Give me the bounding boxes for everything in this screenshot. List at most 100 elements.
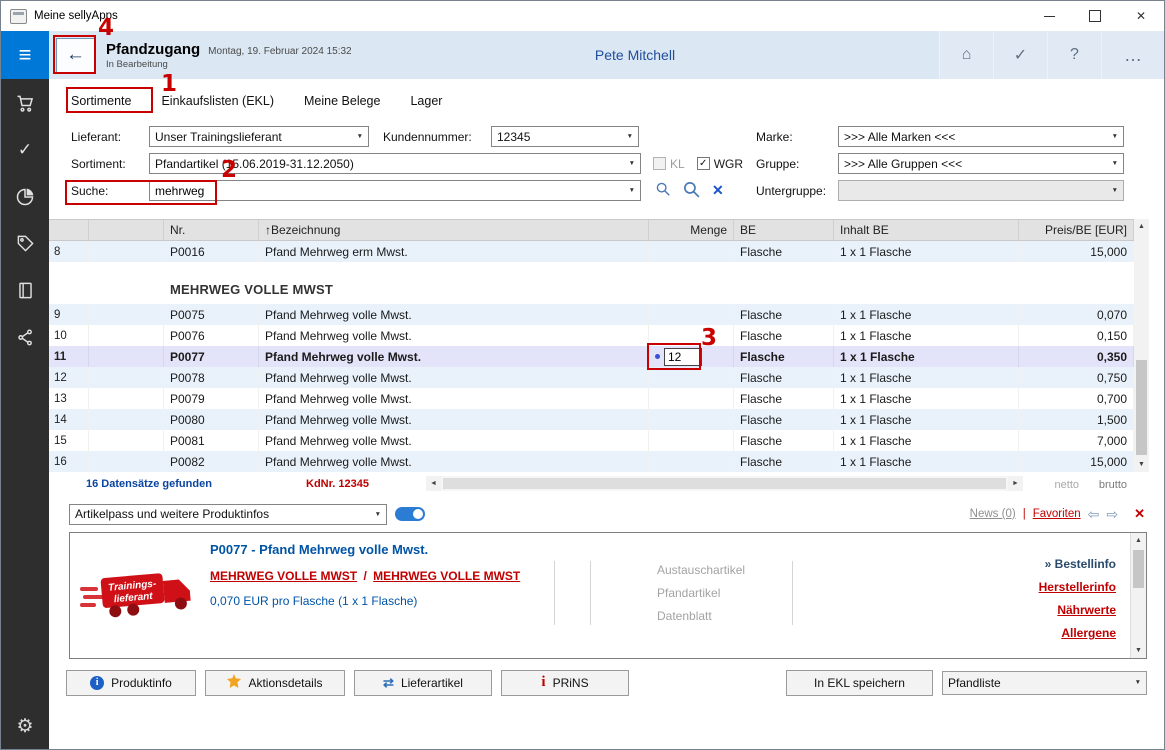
- detail-vertical-scrollbar[interactable]: ▲ ▼: [1130, 533, 1146, 658]
- link-separator: |: [1023, 508, 1026, 520]
- pfandartikel-link[interactable]: Pfandartikel: [657, 582, 745, 605]
- book-icon[interactable]: [1, 267, 49, 314]
- pfandliste-select[interactable]: Pfandliste ▼: [942, 671, 1147, 695]
- scroll-down-icon[interactable]: ▼: [1134, 457, 1149, 472]
- brutto-label[interactable]: brutto: [1099, 479, 1127, 491]
- vertical-scrollbar-thumb[interactable]: [1136, 360, 1147, 455]
- settings-gear-icon[interactable]: ⚙: [1, 703, 49, 749]
- close-button[interactable]: ✕: [1118, 1, 1164, 31]
- cart-icon[interactable]: [1, 79, 49, 126]
- menge-cell[interactable]: [649, 451, 734, 472]
- help-icon[interactable]: ?: [1047, 31, 1101, 79]
- info-panel-toggle[interactable]: [395, 507, 425, 521]
- col-bezeichnung[interactable]: ↑Bezeichnung: [259, 220, 649, 240]
- menge-cell[interactable]: [649, 409, 734, 430]
- minimize-button[interactable]: [1026, 1, 1072, 31]
- search-combo[interactable]: ▼: [149, 180, 641, 201]
- cell-bezeichnung: Pfand Mehrweg volle Mwst.: [259, 451, 649, 472]
- nav-left-icon[interactable]: ⇦: [1088, 506, 1100, 523]
- more-options-icon[interactable]: …: [1101, 31, 1164, 79]
- netto-label[interactable]: netto: [1055, 479, 1079, 491]
- menge-cell[interactable]: [649, 430, 734, 451]
- horizontal-scrollbar-thumb[interactable]: [443, 478, 1006, 489]
- marke-label: Marke:: [756, 130, 838, 144]
- favoriten-link[interactable]: Favoriten: [1033, 508, 1081, 520]
- austauschartikel-link[interactable]: Austauschartikel: [657, 559, 745, 582]
- table-row[interactable]: 10P0076Pfand Mehrweg volle Mwst.Flasche1…: [49, 325, 1134, 346]
- marke-select[interactable]: >>> Alle Marken <<< ▼: [838, 126, 1124, 147]
- col-be[interactable]: BE: [734, 220, 834, 240]
- close-info-panel-icon[interactable]: ✕: [1134, 506, 1145, 522]
- menge-cell[interactable]: [649, 304, 734, 325]
- detail-scrollbar-thumb[interactable]: [1133, 550, 1144, 588]
- tab-einkaufslisten[interactable]: Einkaufslisten (EKL): [161, 94, 274, 117]
- table-row[interactable]: 8P0016Pfand Mehrweg erm Mwst.Flasche1 x …: [49, 241, 1134, 262]
- menge-cell[interactable]: [649, 346, 734, 367]
- prins-button[interactable]: i PRiNS: [501, 670, 629, 696]
- tab-sortimente[interactable]: Sortimente: [71, 94, 131, 117]
- datenblatt-link[interactable]: Datenblatt: [657, 605, 745, 628]
- clear-search-icon[interactable]: ✕: [712, 182, 724, 199]
- menge-cell[interactable]: [649, 367, 734, 388]
- scroll-up-icon[interactable]: ▲: [1134, 219, 1149, 234]
- sortiment-select[interactable]: Pfandartikel (15.06.2019-31.12.2050) ▼: [149, 153, 641, 174]
- table-vertical-scrollbar[interactable]: ▲ ▼: [1134, 219, 1149, 472]
- naehrwerte-link[interactable]: Nährwerte: [1039, 599, 1116, 622]
- scroll-down-icon[interactable]: ▼: [1131, 643, 1146, 658]
- hamburger-menu-button[interactable]: ≡: [1, 31, 49, 79]
- wgr-checkbox[interactable]: ✓: [697, 157, 710, 170]
- bestellinfo-link[interactable]: » Bestellinfo: [1039, 553, 1116, 576]
- in-ekl-speichern-button[interactable]: In EKL speichern: [786, 670, 933, 696]
- table-row[interactable]: 14P0080Pfand Mehrweg volle Mwst.Flasche1…: [49, 409, 1134, 430]
- search-extended-icon[interactable]: [682, 180, 701, 202]
- search-icon[interactable]: [655, 181, 671, 200]
- tag-icon[interactable]: [1, 220, 49, 267]
- pie-chart-icon[interactable]: [1, 173, 49, 220]
- col-menge[interactable]: Menge: [649, 220, 734, 240]
- herstellerinfo-link[interactable]: Herstellerinfo: [1039, 576, 1116, 599]
- confirm-check-icon[interactable]: ✓: [993, 31, 1047, 79]
- table-row[interactable]: 15P0081Pfand Mehrweg volle Mwst.Flasche1…: [49, 430, 1134, 451]
- col-inhalt[interactable]: Inhalt BE: [834, 220, 1019, 240]
- share-network-icon[interactable]: [1, 314, 49, 361]
- gruppe-select[interactable]: >>> Alle Gruppen <<< ▼: [838, 153, 1124, 174]
- table-row[interactable]: 11P0077Pfand Mehrweg volle Mwst.Flasche1…: [49, 346, 1134, 367]
- cell-be: Flasche: [734, 409, 834, 430]
- produktinfo-button[interactable]: i Produktinfo: [66, 670, 196, 696]
- col-nr[interactable]: Nr.: [164, 220, 259, 240]
- table-row[interactable]: 16P0082Pfand Mehrweg volle Mwst.Flasche1…: [49, 451, 1134, 472]
- kl-checkbox[interactable]: [653, 157, 666, 170]
- tab-meine-belege[interactable]: Meine Belege: [304, 94, 380, 117]
- lieferartikel-button[interactable]: ⇄ Lieferartikel: [354, 670, 492, 696]
- home-icon[interactable]: ⌂: [939, 31, 993, 79]
- scroll-left-icon[interactable]: ◄: [426, 476, 441, 491]
- table-horizontal-scrollbar[interactable]: ◄ ►: [426, 476, 1023, 491]
- maximize-button[interactable]: [1072, 1, 1118, 31]
- news-link[interactable]: News (0): [970, 508, 1016, 520]
- back-button[interactable]: ←: [56, 38, 95, 73]
- group-link-2[interactable]: MEHRWEG VOLLE MWST: [373, 569, 520, 583]
- pfandliste-value: Pfandliste: [948, 676, 1001, 690]
- tasks-check-icon[interactable]: ✓: [1, 126, 49, 173]
- produktinfo-select[interactable]: Artikelpass und weitere Produktinfos ▼: [69, 504, 387, 525]
- menge-cell[interactable]: [649, 325, 734, 346]
- menge-cell[interactable]: [649, 241, 734, 262]
- allergene-link[interactable]: Allergene: [1039, 622, 1116, 645]
- lieferant-select[interactable]: Unser Trainingslieferant ▼: [149, 126, 369, 147]
- dropdown-arrow-icon: ▼: [621, 160, 637, 167]
- table-row[interactable]: 13P0079Pfand Mehrweg volle Mwst.Flasche1…: [49, 388, 1134, 409]
- search-input[interactable]: [155, 182, 621, 199]
- aktionsdetails-button[interactable]: Aktionsdetails: [205, 670, 345, 696]
- cell-bezeichnung: Pfand Mehrweg volle Mwst.: [259, 409, 649, 430]
- col-preis[interactable]: Preis/BE [EUR]: [1019, 220, 1134, 240]
- menge-input[interactable]: [664, 348, 702, 366]
- menge-cell[interactable]: [649, 388, 734, 409]
- table-row[interactable]: 9P0075Pfand Mehrweg volle Mwst.Flasche1 …: [49, 304, 1134, 325]
- kundennummer-select[interactable]: 12345 ▼: [491, 126, 639, 147]
- scroll-right-icon[interactable]: ►: [1008, 476, 1023, 491]
- tab-lager[interactable]: Lager: [410, 94, 442, 117]
- nav-right-icon[interactable]: ⇨: [1106, 506, 1118, 523]
- table-row[interactable]: 12P0078Pfand Mehrweg volle Mwst.Flasche1…: [49, 367, 1134, 388]
- group-link-1[interactable]: MEHRWEG VOLLE MWST: [210, 569, 357, 583]
- scroll-up-icon[interactable]: ▲: [1131, 533, 1146, 548]
